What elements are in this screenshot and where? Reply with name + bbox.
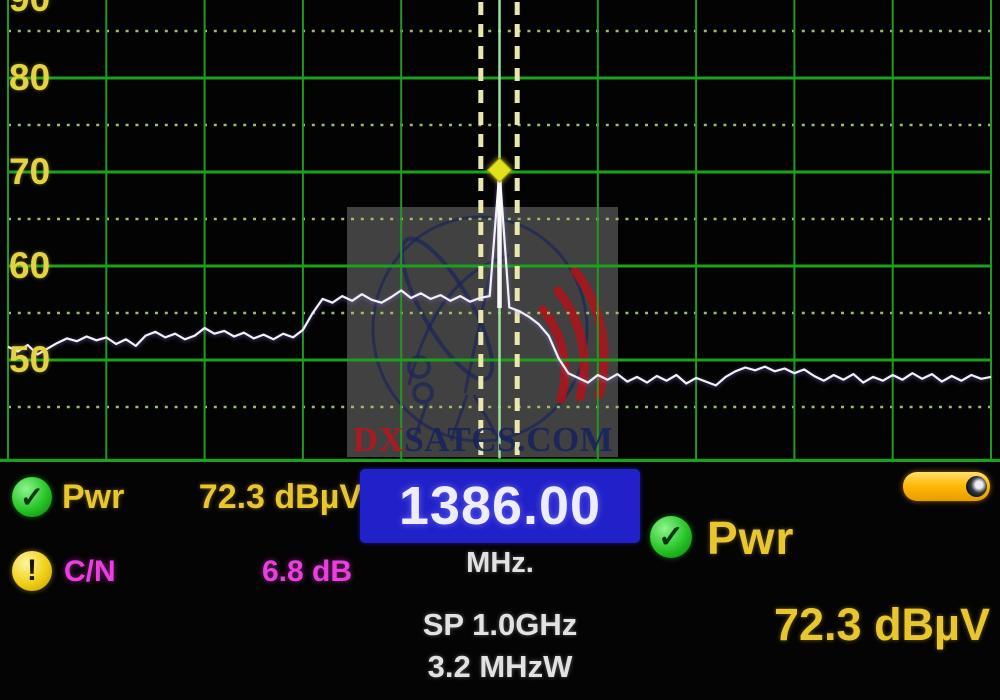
bandwidth-setting: 3.2 MHzW <box>330 649 670 685</box>
pwr-label-right: Pwr <box>707 511 794 565</box>
spectrum-chart: 9080706050 DXSATCS.COM <box>0 0 1000 462</box>
marker-diamond <box>487 158 511 182</box>
battery-icon <box>903 472 990 501</box>
frequency-display: 1386.00 <box>360 469 640 543</box>
pwr-label: Pwr <box>62 478 124 517</box>
pwr-check-icon: ✓ <box>12 477 52 517</box>
pwr-check-icon-right: ✓ <box>650 516 692 558</box>
cn-value: 6.8 dB <box>200 555 352 589</box>
cn-alert-icon: ! <box>12 551 52 591</box>
alert-glyph: ! <box>27 554 37 588</box>
spectrum-plot <box>0 0 1000 462</box>
frequency-value: 1386.00 <box>399 475 601 537</box>
watermark-dx: DX <box>353 420 405 459</box>
check-glyph: ✓ <box>658 519 684 555</box>
cn-label: C/N <box>64 555 116 589</box>
status-panel: ✓ Pwr 72.3 dBµV ! C/N 6.8 dB 1386.00 MHz… <box>0 462 1000 700</box>
frequency-unit: MHz. <box>360 547 640 580</box>
pwr-value: 72.3 dBµV <box>148 478 362 517</box>
meter-screen: 9080706050 DXSATCS.COM ✓ Pwr 72.3 dBµV !… <box>0 0 1000 700</box>
watermark-rest: SATCS.COM <box>404 420 613 459</box>
span-setting: SP 1.0GHz <box>330 607 670 643</box>
watermark-text: DXSATCS.COM <box>340 420 626 460</box>
pwr-value-right: 72.3 dBµV <box>655 599 990 651</box>
check-glyph: ✓ <box>20 480 44 515</box>
